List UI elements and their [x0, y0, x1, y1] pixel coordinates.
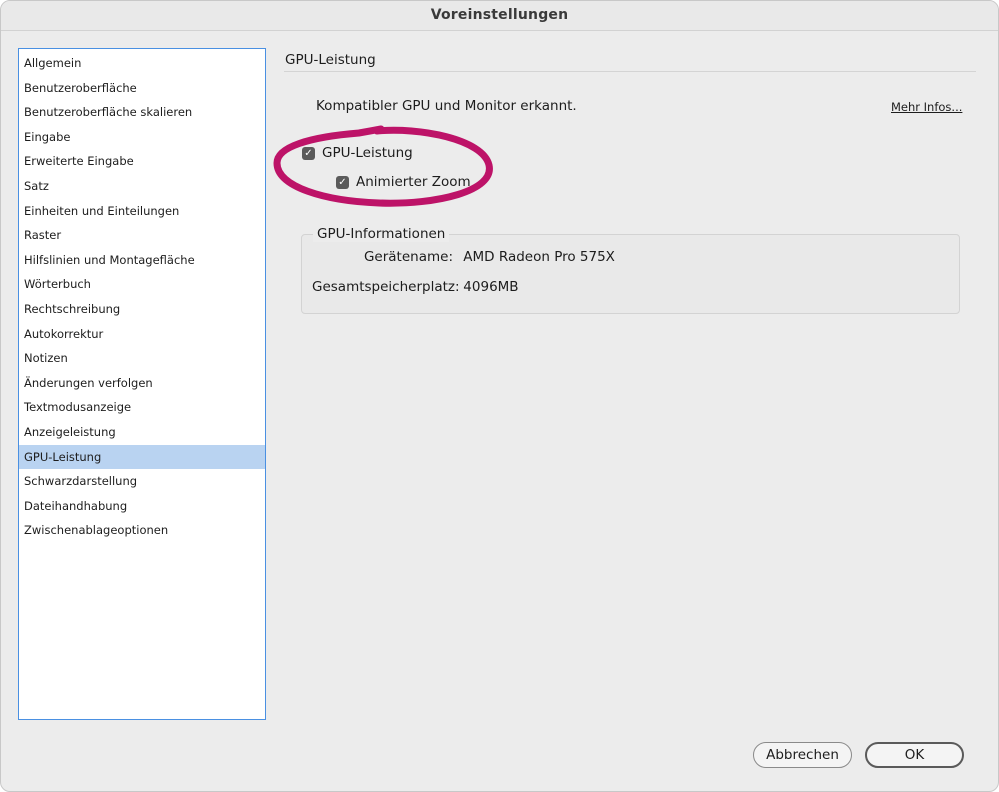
sidebar-item-anzeigeleistung[interactable]: Anzeigeleistung: [19, 420, 265, 445]
gpu-performance-checkbox[interactable]: ✓: [302, 146, 315, 160]
title-bar[interactable]: Voreinstellungen: [1, 1, 998, 31]
preferences-dialog: Voreinstellungen Allgemein Benutzeroberf…: [0, 0, 999, 792]
sidebar-item-erweiterte-eingabe[interactable]: Erweiterte Eingabe: [19, 149, 265, 174]
sidebar-item-einheiten-und-einteilungen[interactable]: Einheiten und Einteilungen: [19, 199, 265, 224]
more-info-link[interactable]: Mehr Infos...: [891, 100, 962, 114]
sidebar-item-raster[interactable]: Raster: [19, 223, 265, 248]
sidebar-item-satz[interactable]: Satz: [19, 174, 265, 199]
sidebar-item-autokorrektur[interactable]: Autokorrektur: [19, 322, 265, 347]
gpu-performance-option[interactable]: ✓ GPU-Leistung: [302, 145, 413, 161]
gpu-performance-label: GPU-Leistung: [322, 145, 413, 161]
device-name-row: Gerätename: AMD Radeon Pro 575X: [312, 249, 615, 265]
window-title: Voreinstellungen: [430, 7, 569, 23]
sidebar-item-rechtschreibung[interactable]: Rechtschreibung: [19, 297, 265, 322]
sidebar-item-hilfslinien-und-montageflaeche[interactable]: Hilfslinien und Montagefläche: [19, 248, 265, 273]
sidebar-item-allgemein[interactable]: Allgemein: [19, 51, 265, 76]
section-title: GPU-Leistung: [285, 52, 376, 68]
gpu-info-title: GPU-Informationen: [313, 226, 450, 242]
sidebar-item-dateihandhabung[interactable]: Dateihandhabung: [19, 494, 265, 519]
sidebar-item-aenderungen-verfolgen[interactable]: Änderungen verfolgen: [19, 371, 265, 396]
device-name-label: Gerätename:: [363, 249, 453, 265]
animated-zoom-option[interactable]: ✓ Animierter Zoom: [336, 174, 471, 190]
device-name-value: AMD Radeon Pro 575X: [463, 249, 615, 265]
sidebar-item-zwischenablageoptionen[interactable]: Zwischenablageoptionen: [19, 518, 265, 543]
total-memory-row: Gesamtspeicherplatz: 4096MB: [312, 279, 519, 295]
sidebar-item-benutzeroberflaeche-skalieren[interactable]: Benutzeroberfläche skalieren: [19, 100, 265, 125]
sidebar-item-gpu-leistung[interactable]: GPU-Leistung: [19, 444, 265, 470]
gpu-info-group: [301, 234, 960, 314]
category-list[interactable]: Allgemein Benutzeroberfläche Benutzerobe…: [18, 48, 266, 720]
total-memory-label: Gesamtspeicherplatz:: [312, 279, 460, 295]
gpu-status-text: Kompatibler GPU und Monitor erkannt.: [316, 98, 577, 114]
section-divider: [284, 71, 976, 72]
sidebar-item-notizen[interactable]: Notizen: [19, 346, 265, 371]
sidebar-item-schwarzdarstellung[interactable]: Schwarzdarstellung: [19, 469, 265, 494]
animated-zoom-label: Animierter Zoom: [356, 174, 471, 190]
sidebar-item-textmodusanzeige[interactable]: Textmodusanzeige: [19, 395, 265, 420]
sidebar-item-woerterbuch[interactable]: Wörterbuch: [19, 272, 265, 297]
sidebar-item-eingabe[interactable]: Eingabe: [19, 125, 265, 150]
sidebar-item-benutzeroberflaeche[interactable]: Benutzeroberfläche: [19, 76, 265, 101]
ok-button[interactable]: OK: [865, 742, 964, 768]
total-memory-value: 4096MB: [463, 279, 519, 295]
cancel-button[interactable]: Abbrechen: [753, 742, 852, 768]
animated-zoom-checkbox[interactable]: ✓: [336, 175, 349, 189]
highlight-marker-circle: [273, 125, 493, 207]
